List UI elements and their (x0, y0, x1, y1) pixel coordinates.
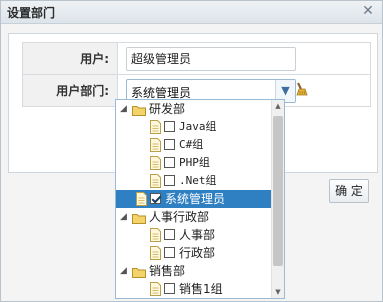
tree-node-checkbox[interactable] (164, 157, 175, 168)
dialog-title: 设置部门 (7, 6, 56, 20)
broom-icon[interactable] (293, 81, 309, 97)
file-icon (150, 156, 161, 170)
tree-node[interactable]: ◢ 销售部 (116, 262, 272, 280)
file-icon (150, 246, 161, 260)
file-icon (136, 192, 147, 206)
scroll-thumb[interactable] (273, 116, 283, 266)
tree-node-label: 销售部 (149, 264, 186, 278)
tree-node-checkbox[interactable] (150, 193, 161, 204)
tree-node[interactable]: 人事部 (116, 226, 272, 244)
file-icon (150, 174, 161, 188)
department-label: 用户部门: (22, 74, 118, 107)
ok-button[interactable]: 确 定 (329, 179, 369, 203)
tree-node-checkbox[interactable] (164, 229, 175, 240)
tree-node[interactable]: .Net组 (116, 172, 272, 190)
expand-toggle-icon[interactable]: ◢ (120, 262, 130, 280)
scroll-up-icon[interactable]: ▲ (272, 100, 284, 112)
tree-node[interactable]: ◢ 人事行政部 (116, 208, 272, 226)
file-icon (150, 228, 161, 242)
username-input[interactable] (126, 46, 296, 71)
set-department-dialog: 设置部门 ✕ 用户: 用户部门: 系统管理员 ▼ (0, 0, 383, 302)
tree-node[interactable]: 行政部 (116, 244, 272, 262)
tree-node[interactable]: Java组 (116, 118, 272, 136)
username-cell (117, 42, 371, 75)
expand-toggle-icon[interactable]: ◢ (120, 208, 130, 226)
department-tree: ◢ 研发部 Java组 C#组 PHP组 .Net组系统管理员 ◢ 人事行政部人事部行政部 ◢ 销… (116, 100, 272, 298)
tree-node-label: Java组 (179, 120, 217, 133)
form-table: 用户: 用户部门: 系统管理员 ▼ (22, 42, 371, 107)
file-icon (150, 120, 161, 134)
scroll-down-icon[interactable]: ▼ (272, 286, 284, 298)
dialog-title-bar[interactable]: 设置部门 ✕ (1, 1, 382, 24)
tree-node[interactable]: 系统管理员 (116, 190, 272, 208)
tree-node-label: C#组 (179, 138, 204, 151)
tree-node[interactable]: PHP组 (116, 154, 272, 172)
file-icon (150, 138, 161, 152)
tree-node-label: 研发部 (149, 102, 186, 116)
username-label: 用户: (22, 42, 118, 75)
tree-node[interactable]: 销售1组 (116, 280, 272, 298)
tree-node-label: PHP组 (179, 156, 210, 169)
close-icon[interactable]: ✕ (360, 3, 376, 19)
folder-icon (132, 265, 146, 278)
tree-node-checkbox[interactable] (164, 283, 175, 294)
username-row: 用户: (22, 42, 371, 75)
folder-icon (132, 103, 146, 116)
expand-toggle-icon[interactable]: ◢ (120, 100, 130, 118)
tree-node[interactable]: C#组 (116, 136, 272, 154)
department-combo-value: 系统管理员 (131, 85, 192, 100)
tree-node-label: 人事行政部 (149, 210, 210, 224)
department-tree-dropdown: ◢ 研发部 Java组 C#组 PHP组 .Net组系统管理员 ◢ 人事行政部人事部行政部 ◢ 销… (115, 99, 285, 299)
file-icon (150, 282, 161, 296)
tree-node[interactable]: ◢ 研发部 (116, 100, 272, 118)
tree-node-label: .Net组 (179, 174, 217, 187)
tree-node-label: 人事部 (179, 228, 216, 242)
tree-node-label: 行政部 (179, 246, 216, 260)
tree-node-label: 系统管理员 (165, 192, 226, 206)
folder-icon (132, 211, 146, 224)
tree-node-checkbox[interactable] (164, 175, 175, 186)
tree-node-checkbox[interactable] (164, 121, 175, 132)
tree-node-checkbox[interactable] (164, 247, 175, 258)
dropdown-scrollbar[interactable]: ▲ ▼ (271, 100, 284, 298)
tree-node-checkbox[interactable] (164, 139, 175, 150)
tree-node-label: 销售1组 (179, 282, 223, 296)
